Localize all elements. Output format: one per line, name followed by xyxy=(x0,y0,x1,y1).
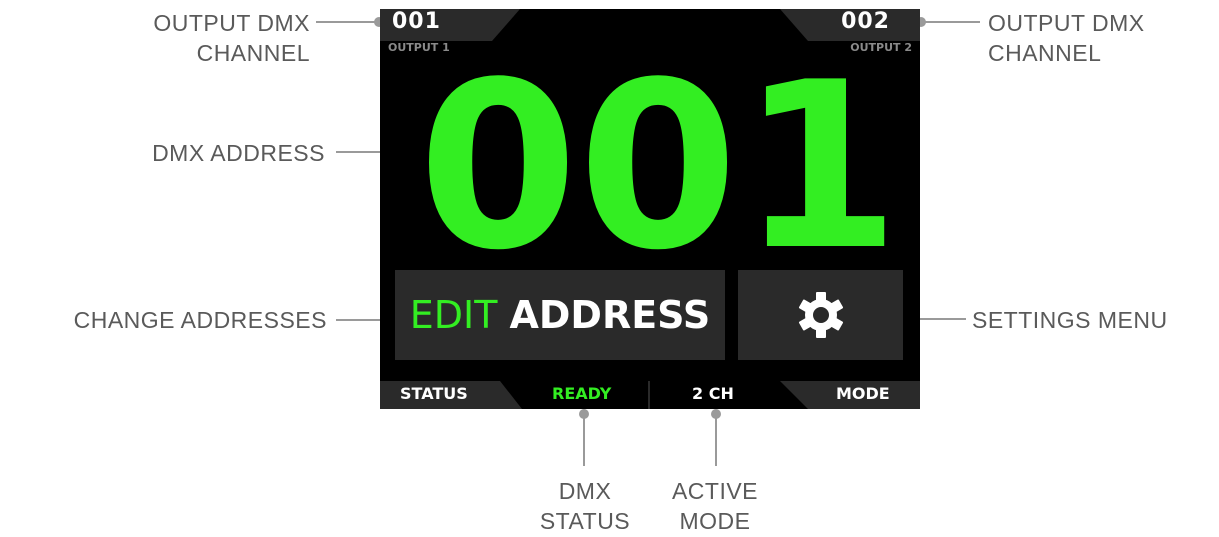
callout-change-addresses: CHANGE ADDRESSES xyxy=(5,305,327,335)
callout-line-2: CHANNEL xyxy=(988,40,1102,66)
edit-address-button[interactable]: EDIT ADDRESS xyxy=(395,270,725,360)
callout-output-dmx-channel-right: OUTPUT DMX CHANNEL xyxy=(988,8,1208,68)
callout-line-1: ACTIVE xyxy=(671,478,759,504)
callout-line-1: DMX xyxy=(558,478,612,504)
callout-active-mode: ACTIVE MODE xyxy=(655,476,775,536)
mode-value: 2 CH xyxy=(692,384,734,403)
device-screen: 001 OUTPUT 1 002 OUTPUT 2 0 0 1 EDIT ADD… xyxy=(380,9,920,409)
address-word: ADDRESS xyxy=(509,293,711,337)
callout-text: SETTINGS MENU xyxy=(972,307,1168,333)
callout-dmx-address: DMX ADDRESS xyxy=(80,138,325,168)
callout-settings-menu: SETTINGS MENU xyxy=(972,305,1212,335)
leader-dot xyxy=(711,409,721,419)
leader-line xyxy=(922,21,980,23)
status-value: READY xyxy=(552,384,612,403)
mode-label: MODE xyxy=(836,384,890,403)
address-digit-3: 1 xyxy=(740,34,901,301)
output1-channel: 001 xyxy=(392,9,441,34)
address-digit-2: 0 xyxy=(578,34,739,301)
leader-line xyxy=(583,414,585,466)
callout-line-1: OUTPUT DMX xyxy=(153,10,310,36)
address-digit-1: 0 xyxy=(418,34,579,301)
gear-icon xyxy=(798,292,843,338)
callout-line-1: OUTPUT DMX xyxy=(988,10,1145,36)
leader-dot xyxy=(579,409,589,419)
callout-output-dmx-channel-left: OUTPUT DMX CHANNEL xyxy=(95,8,310,68)
callout-text: DMX ADDRESS xyxy=(152,140,325,166)
status-label: STATUS xyxy=(400,384,468,403)
leader-line xyxy=(715,414,717,466)
settings-button[interactable] xyxy=(738,270,903,360)
callout-line-2: CHANNEL xyxy=(196,40,310,66)
leader-line xyxy=(316,21,376,23)
output2-channel: 002 xyxy=(841,9,890,34)
callout-text: CHANGE ADDRESSES xyxy=(73,307,327,333)
callout-line-2: MODE xyxy=(679,508,751,534)
edit-word: EDIT xyxy=(409,293,498,337)
callout-line-2: STATUS xyxy=(539,508,631,534)
callout-dmx-status: DMX STATUS xyxy=(530,476,640,536)
